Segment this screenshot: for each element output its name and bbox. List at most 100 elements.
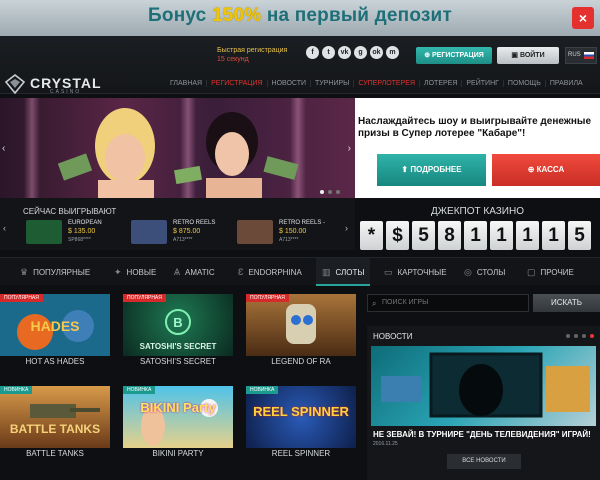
winner-item[interactable]: RETRO REELS - $ 150.00 A713**** xyxy=(237,220,342,246)
more-button[interactable]: ⬆ ПОДРОБНЕЕ xyxy=(377,154,486,186)
game-card[interactable]: ПОПУЛЯРНАЯ LEGEND OF RA xyxy=(246,294,356,376)
jackpot-digit: 5 xyxy=(412,221,435,250)
winner-user: A713**** xyxy=(279,237,299,243)
google-icon[interactable]: g xyxy=(354,46,367,59)
game-thumbnail: HADES xyxy=(0,294,110,356)
game-card[interactable]: B SATOSHI'S SECRET ПОПУЛЯРНАЯ SATOSHI'S … xyxy=(123,294,233,376)
promo-banner[interactable]: Бонус 150% на первый депозит × xyxy=(0,0,600,36)
cash-icon: ⊕ xyxy=(527,165,537,174)
news-title[interactable]: НЕ ЗЕВАЙ! В ТУРНИРЕ "ДЕНЬ ТЕЛЕВИДЕНИЯ" И… xyxy=(373,430,591,439)
winner-item[interactable]: EUROPEAN $ 135.00 SP868**** xyxy=(26,220,126,246)
game-card[interactable]: HADES ПОПУЛЯРНАЯ HOT AS HADES xyxy=(0,294,110,376)
other-icon: ▢ xyxy=(527,267,536,277)
nav-item-help[interactable]: ПОМОЩЬ xyxy=(502,80,545,87)
game-thumbnail: BIKINI Party xyxy=(123,386,233,448)
game-logo: BIKINI Party xyxy=(140,400,216,415)
amatic-icon: Ѧ xyxy=(174,267,181,277)
mailru-icon[interactable]: m xyxy=(386,46,399,59)
hero-slider[interactable]: ‹ › xyxy=(0,98,355,198)
close-icon[interactable]: × xyxy=(572,7,594,29)
promo-percent: 150% xyxy=(211,5,262,26)
hero-next-arrow[interactable]: › xyxy=(348,143,351,154)
news-image[interactable] xyxy=(371,346,596,426)
roulette-icon: ◎ xyxy=(464,267,472,277)
tab-endorphina[interactable]: Ɛ ENDORPHINA xyxy=(238,258,302,286)
logo[interactable]: CRYSTAL CASINO xyxy=(4,73,104,97)
hero-artwork xyxy=(57,108,299,198)
promo-text: Бонус 150% на первый депозит xyxy=(0,5,600,27)
winner-game-thumbnail xyxy=(26,220,62,244)
nav-item-news[interactable]: НОВОСТИ xyxy=(266,80,311,87)
facebook-icon[interactable]: f xyxy=(306,46,319,59)
winners-next-arrow[interactable]: › xyxy=(345,223,348,233)
cashier-button[interactable]: ⊕ КАССА xyxy=(492,154,600,186)
tab-label: СЛОТЫ xyxy=(335,268,365,277)
news-pagination[interactable] xyxy=(566,334,594,338)
slot-icon: ▥ xyxy=(322,267,331,277)
nav-item-home[interactable]: ГЛАВНАЯ xyxy=(166,80,206,87)
game-card[interactable]: REEL SPINNER НОВИНКА REEL SPINNER xyxy=(246,386,356,468)
nav-item-register[interactable]: РЕГИСТРАЦИЯ xyxy=(206,80,266,87)
nav-item-tournaments[interactable]: ТУРНИРЫ xyxy=(310,80,353,87)
all-news-button[interactable]: ВСЕ НОВОСТИ xyxy=(447,454,521,469)
winner-game-name: RETRO REELS xyxy=(173,220,216,226)
hero-prev-arrow[interactable]: ‹ xyxy=(2,143,5,154)
search-input[interactable]: ⌕ ПОИСК ИГРЫ xyxy=(367,294,529,312)
vk-icon[interactable]: vk xyxy=(338,46,351,59)
odnoklassniki-icon[interactable]: ok xyxy=(370,46,383,59)
hero-pagination[interactable] xyxy=(320,190,340,194)
search-button[interactable]: ИСКАТЬ xyxy=(533,294,600,312)
main-nav: ГЛАВНАЯ РЕГИСТРАЦИЯ НОВОСТИ ТУРНИРЫ СУПЕ… xyxy=(166,80,587,87)
nav-item-superlottery[interactable]: СУПЕРЛОТЕРЕЯ xyxy=(353,80,419,87)
language-label: RUS xyxy=(568,52,581,58)
tab-other[interactable]: ▢ ПРОЧИЕ xyxy=(527,258,574,286)
svg-text:B: B xyxy=(173,315,182,330)
jackpot-counter: * $ 5 8 1 1 1 1 5 xyxy=(360,221,591,250)
mummy-artwork xyxy=(286,304,316,344)
tab-card-games[interactable]: ▭ КАРТОЧНЫЕ xyxy=(384,258,447,286)
game-thumbnail xyxy=(246,294,356,356)
game-logo: HADES xyxy=(30,318,80,334)
jackpot-digit: 1 xyxy=(542,221,565,250)
news-heading: НОВОСТИ xyxy=(373,332,413,341)
language-select[interactable]: RUS xyxy=(565,47,597,64)
popular-badge: ПОПУЛЯРНАЯ xyxy=(246,294,289,302)
cashier-label: КАССА xyxy=(536,165,565,174)
tab-label: ПРОЧИЕ xyxy=(540,268,574,277)
tab-label: СТОЛЫ xyxy=(476,268,506,277)
tab-label: ПОПУЛЯРНЫЕ xyxy=(33,268,91,277)
tab-amatic[interactable]: Ѧ AMATIC xyxy=(174,258,215,286)
volleyball-artwork xyxy=(141,399,218,446)
russia-flag-icon xyxy=(584,52,594,59)
tab-new[interactable]: ✦ НОВЫЕ xyxy=(114,258,156,286)
tab-popular[interactable]: ♛ ПОПУЛЯРНЫЕ xyxy=(20,258,90,286)
social-links: f t vk g ok m xyxy=(306,46,399,59)
crystal-logo-icon xyxy=(4,73,26,95)
game-thumbnail: BATTLE TANKS xyxy=(0,386,110,448)
popular-badge: ПОПУЛЯРНАЯ xyxy=(123,294,166,302)
winners-title: СЕЙЧАС ВЫИГРЫВАЮТ xyxy=(23,207,117,216)
nav-item-rules[interactable]: ПРАВИЛА xyxy=(544,80,587,87)
tab-tables[interactable]: ◎ СТОЛЫ xyxy=(464,258,505,286)
nav-item-rating[interactable]: РЕЙТИНГ xyxy=(461,80,503,87)
winners-prev-arrow[interactable]: ‹ xyxy=(3,223,6,233)
jackpot-digit: 1 xyxy=(516,221,539,250)
winner-user: SP868**** xyxy=(68,237,91,243)
lock-icon: ▣ xyxy=(511,52,520,59)
register-button[interactable]: ⊕ РЕГИСТРАЦИЯ xyxy=(416,47,492,64)
lottery-description: Наслаждайтесь шоу и выигрывайте денежные… xyxy=(358,116,592,139)
cards-icon: ▭ xyxy=(384,267,393,277)
game-logo: BATTLE TANKS xyxy=(9,422,101,436)
game-card[interactable]: BIKINI Party НОВИНКА BIKINI PARTY xyxy=(123,386,233,468)
nav-item-lottery[interactable]: ЛОТЕРЕЯ xyxy=(419,80,461,87)
game-thumbnail: REEL SPINNER xyxy=(246,386,356,448)
game-card[interactable]: BATTLE TANKS НОВИНКА BATTLE TANKS xyxy=(0,386,110,468)
fast-registration-note: Быстрая регистрация 15 секунд xyxy=(217,46,287,64)
winner-item[interactable]: RETRO REELS $ 875.00 A713**** xyxy=(131,220,231,246)
twitter-icon[interactable]: t xyxy=(322,46,335,59)
game-title: BIKINI PARTY xyxy=(152,449,204,458)
login-button[interactable]: ▣ ВОЙТИ xyxy=(497,47,559,64)
tab-slots[interactable]: ▥ СЛОТЫ xyxy=(316,258,371,286)
promo-text-before: Бонус xyxy=(148,5,212,26)
sun-icon: ✦ xyxy=(114,267,122,277)
